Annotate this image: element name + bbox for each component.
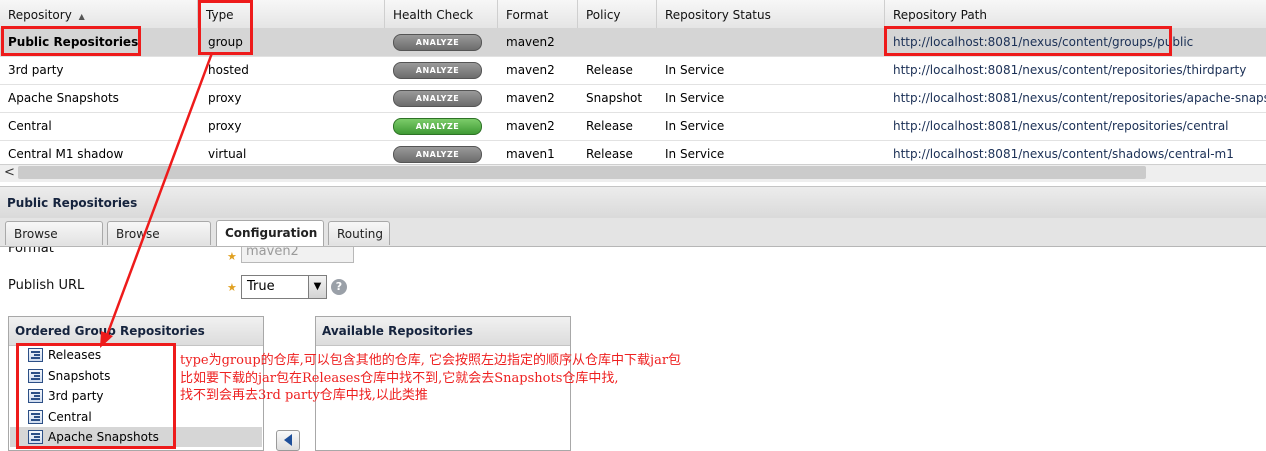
annotation-arrow-icon xyxy=(100,52,214,348)
